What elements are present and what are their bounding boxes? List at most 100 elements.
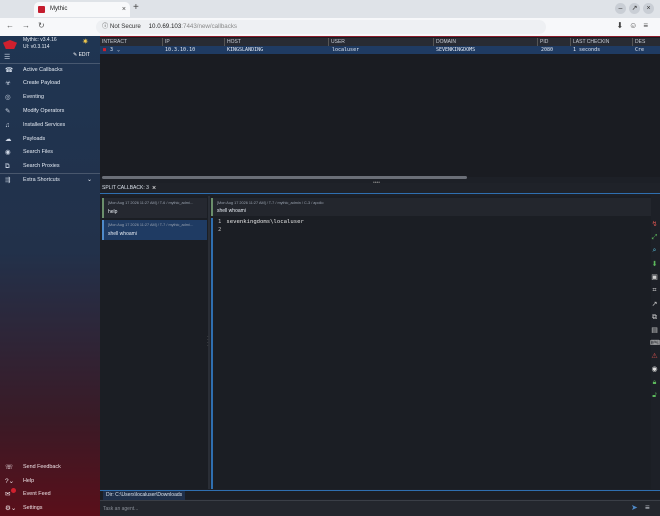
sidebar-item-label: Payloads [23, 136, 46, 142]
interact-dropdown-icon[interactable]: ⌄ [117, 46, 120, 54]
theme-toggle-icon[interactable]: ✷ [82, 37, 89, 46]
download-icon[interactable]: ⬇ [650, 260, 659, 269]
sidebar-item-label: Search Files [23, 149, 53, 155]
ui-version: UI: v0.3.114 [23, 44, 50, 50]
back-icon[interactable]: ← [6, 21, 14, 30]
comment-icon[interactable]: ▤ [650, 326, 659, 335]
col-ip[interactable]: IP [162, 38, 170, 46]
browser-toolbar-icons[interactable]: ⬇☺≡ [616, 21, 654, 30]
warning-icon[interactable]: ⚠ [650, 352, 659, 361]
browser-tab[interactable]: Mythic × [34, 2, 130, 17]
browser-chrome: Mythic × + – ↗ × ← → ↻ ⓘ Not Secure 10.0.6… [0, 0, 660, 36]
callback-status-icon: ■ [103, 47, 107, 53]
output-accent-bar [211, 218, 213, 489]
list-item[interactable]: [Mon Aug 17 2026 11:27 AM] / T-6 / mythi… [102, 198, 207, 218]
wrap-icon[interactable]: ↯ [650, 220, 659, 229]
tune-icon[interactable]: ≡ [645, 503, 650, 512]
unlock-icon[interactable]: 🔓︎ [650, 391, 659, 400]
tab-split-callback[interactable]: SPLIT CALLBACK: 3 [102, 183, 149, 194]
sidebar-item-create-payload[interactable]: ☣ Create Payload [0, 77, 100, 90]
output-header: [Mon Aug 17 2026 11:27 AM] / T-7 / mythi… [211, 198, 651, 216]
cell-host: KINGSLANDING [227, 47, 264, 53]
send-icon[interactable]: ➤ [631, 503, 638, 512]
col-description[interactable]: DES [632, 38, 645, 46]
lock-icon[interactable]: 🔒︎ [650, 378, 659, 387]
callbacks-table: INTERACT IP HOST USER DOMAIN PID LAST CH… [100, 36, 660, 179]
col-interact[interactable]: INTERACT [100, 38, 127, 46]
task-list: [Mon Aug 17 2026 11:27 AM] / T-6 / mythi… [100, 196, 208, 489]
col-domain[interactable]: DOMAIN [433, 38, 456, 46]
mythic-version: Mythic: v3.4.16 [23, 37, 57, 43]
close-icon[interactable]: × [152, 183, 156, 194]
sidebar-item-label: Help [23, 478, 35, 484]
col-pid[interactable]: PID [537, 38, 548, 46]
open-external-icon[interactable]: ↗ [650, 300, 659, 309]
window-controls: – ↗ × [612, 3, 654, 14]
not-secure-icon[interactable]: ⓘ [102, 23, 108, 30]
sidebar-item-help[interactable]: ?⌄ Help [0, 475, 100, 488]
event-feed-icon: ✉ [5, 491, 11, 498]
sidebar-item-active-callbacks[interactable]: ☎ Active Callbacks [0, 64, 100, 77]
menu-icon[interactable]: ☰ [4, 53, 10, 61]
shortcut-icon: ⇶ [5, 177, 11, 184]
tab-close-icon[interactable]: × [122, 2, 126, 17]
minimize-icon[interactable]: – [615, 3, 626, 14]
copy-icon[interactable]: ⧉ [650, 313, 659, 322]
address-bar[interactable]: ⓘ Not Secure 10.0.69.103:7443/new/callba… [96, 20, 546, 34]
split-callback-tab-bar: SPLIT CALLBACK: 3 × [100, 183, 660, 194]
task-input[interactable] [103, 504, 618, 514]
cell-ip: 10.3.10.10 [165, 47, 196, 53]
cell-pid: 2080 [541, 47, 554, 53]
line-number: 2 [218, 227, 222, 233]
keyboard-icon[interactable]: ⌨ [650, 339, 660, 348]
drag-handle-icon[interactable]: · · · · [207, 335, 209, 349]
horizontal-scrollbar[interactable] [102, 176, 467, 179]
sidebar-item-search-files[interactable]: ◉ Search Files [0, 146, 100, 159]
expand-icon[interactable]: ⤢ [650, 233, 659, 242]
new-tab-button[interactable]: + [133, 2, 139, 13]
edit-label: EDIT [78, 52, 90, 58]
mythic-logo-icon [3, 40, 17, 49]
reload-icon[interactable]: ↻ [38, 21, 45, 30]
sidebar-item-label: Search Proxies [23, 163, 60, 169]
url-path: :7443/new/callbacks [181, 23, 238, 30]
table-row[interactable]: ■ 3 ⌄ 10.3.10.10 KINGSLANDING localuser … [100, 46, 660, 54]
record-icon[interactable]: ◉ [650, 365, 659, 374]
brand-header: Mythic: v3.4.16 UI: v0.3.114 ✷ ☰ ✎ EDIT [0, 36, 100, 64]
tab-title: Mythic [50, 6, 68, 12]
pencil-icon: ✎ [5, 108, 11, 115]
sidebar-item-settings[interactable]: ⚙⌄ Settings [0, 502, 100, 515]
search-icon[interactable]: ⌕ [650, 246, 659, 255]
line-text: sevenkingdoms\localuser [226, 219, 304, 225]
sidebar-item-modify-operators[interactable]: ✎ Modify Operators [0, 105, 100, 118]
main-content: INTERACT IP HOST USER DOMAIN PID LAST CH… [100, 36, 660, 516]
not-secure-label: Not Secure [109, 23, 141, 30]
headphones-icon: ♫ [5, 122, 10, 129]
tab-bar: Mythic × + – ↗ × [0, 0, 660, 18]
tag-icon[interactable]: ⌗ [650, 286, 659, 295]
sidebar-item-search-proxies[interactable]: ⧉ Search Proxies [0, 160, 100, 173]
sidebar-item-installed-services[interactable]: ♫ Installed Services [0, 119, 100, 132]
col-user[interactable]: USER [328, 38, 345, 46]
edit-button[interactable]: ✎ EDIT [73, 52, 90, 58]
col-host[interactable]: HOST [224, 38, 241, 46]
sidebar-item-eventing[interactable]: ◎ Eventing [0, 91, 100, 104]
task-output-panel: [Mon Aug 17 2026 11:27 AM] / T-7 / mythi… [211, 196, 651, 489]
list-item[interactable]: [Mon Aug 17 2026 11:27 AM] / T-7 / mythi… [102, 220, 207, 240]
sidebar-item-label: Installed Services [23, 122, 66, 128]
sidebar-item-label: Settings [23, 505, 43, 511]
sidebar-item-event-feed[interactable]: ✉ Event Feed [0, 488, 100, 501]
cell-interact[interactable]: 3 [110, 46, 113, 54]
sidebar-item-send-feedback[interactable]: ☏ Send Feedback [0, 461, 100, 474]
screenshot-icon[interactable]: ▣ [650, 273, 659, 282]
close-window-icon[interactable]: × [643, 3, 654, 14]
forward-icon[interactable]: → [22, 21, 30, 30]
maximize-icon[interactable]: ↗ [629, 3, 640, 14]
table-header: INTERACT IP HOST USER DOMAIN PID LAST CH… [100, 38, 660, 46]
sidebar-item-extra-shortcuts[interactable]: ⇶ Extra Shortcuts ⌄ [0, 174, 100, 187]
line-number: 1 [218, 219, 222, 225]
sidebar-item-label: Event Feed [23, 491, 51, 497]
sidebar-item-payloads[interactable]: ☁ Payloads [0, 133, 100, 146]
col-last-checkin[interactable]: LAST CHECKIN [570, 38, 609, 46]
cell-user: localuser [332, 47, 360, 53]
